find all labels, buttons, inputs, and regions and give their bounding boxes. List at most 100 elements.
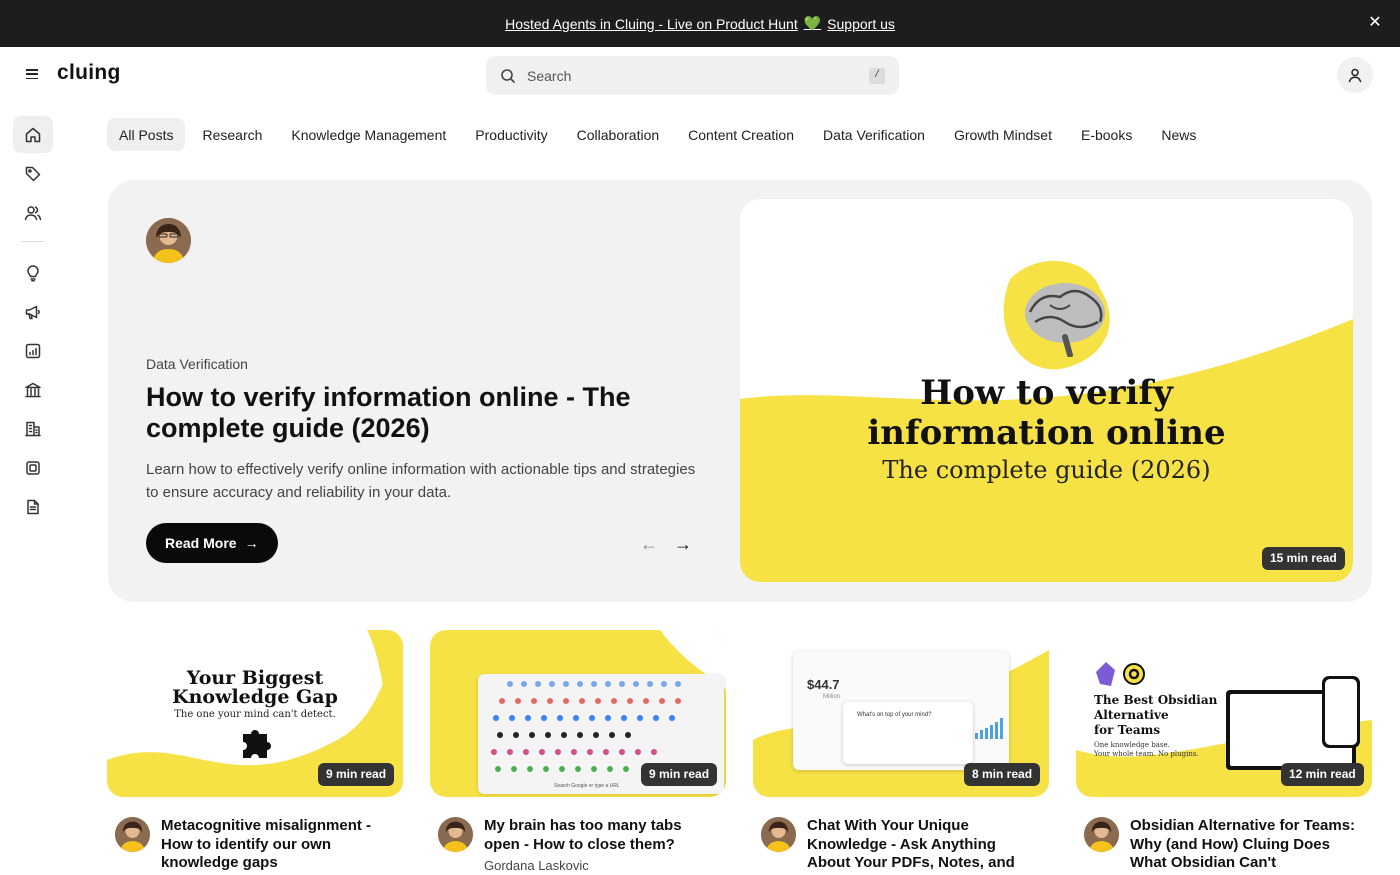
sidebar-divider — [21, 241, 45, 242]
tab-research[interactable]: Research — [190, 118, 274, 151]
chat-prompt-text: What's on top of your mind? — [857, 712, 932, 718]
post-card-meta: My brain has too many tabs open - How to… — [430, 817, 726, 854]
sidebar-item-institutions[interactable] — [13, 371, 53, 408]
post-title[interactable]: How to verify information online - The c… — [146, 382, 706, 444]
post-card[interactable]: Your Biggest Knowledge Gap The one your … — [107, 630, 403, 873]
image-subtitle: The complete guide (2026) — [882, 456, 1211, 484]
post-card-image[interactable]: $44.7 Million What's on top of your mind… — [753, 630, 1049, 797]
sidebar-item-home[interactable] — [13, 116, 53, 153]
featured-post: Data Verification How to verify informat… — [108, 180, 1372, 602]
tab-knowledge-management[interactable]: Knowledge Management — [279, 118, 458, 151]
bank-icon — [25, 382, 41, 397]
chat-prompt-card: What's on top of your mind? — [843, 702, 973, 764]
user-icon — [1348, 68, 1362, 83]
puzzle-brain-icon — [243, 730, 271, 758]
image-title-line2: information online — [867, 413, 1226, 453]
tag-icon — [25, 166, 41, 181]
post-card-meta: Obsidian Alternative for Teams: Why (and… — [1076, 817, 1372, 873]
announcement-bar: Hosted Agents in Cluing - Live on Produc… — [0, 0, 1400, 47]
chart-icon — [25, 343, 41, 358]
search-shortcut-key: / — [869, 67, 885, 84]
search-bar[interactable]: / — [486, 56, 899, 95]
close-icon[interactable]: ✕ — [1366, 14, 1384, 32]
read-time-badge: 9 min read — [318, 763, 395, 786]
tab-data-verification[interactable]: Data Verification — [811, 118, 937, 151]
carousel-next-arrow-icon[interactable]: → — [672, 535, 694, 553]
sidebar-item-authors[interactable] — [13, 194, 53, 231]
tab-all-posts[interactable]: All Posts — [107, 118, 186, 151]
post-card-meta: Metacognitive misalignment - How to iden… — [107, 817, 403, 873]
arrow-right-icon: → — [244, 535, 259, 551]
card-image-title-line1: Your Biggest — [186, 667, 324, 689]
sidebar-item-tags[interactable] — [13, 155, 53, 192]
post-card-title[interactable]: Obsidian Alternative for Teams: Why (and… — [1130, 817, 1365, 873]
post-card[interactable]: The Best Obsidian Alternative for Teams … — [1076, 630, 1372, 873]
tab-e-books[interactable]: E-books — [1069, 118, 1144, 151]
illustration-amount-unit: Million — [823, 694, 841, 700]
post-card-image[interactable]: The Best Obsidian Alternative for Teams … — [1076, 630, 1372, 797]
top-header: cluing / — [0, 47, 1400, 103]
sidebar-item-ideas[interactable] — [13, 254, 53, 291]
post-card-author[interactable]: Gordana Laskovic — [484, 858, 726, 873]
heart-icon: 💚 — [803, 15, 822, 31]
logo[interactable]: cluing — [57, 61, 121, 85]
carousel-prev-arrow-icon[interactable]: ← — [638, 535, 660, 553]
search-input[interactable] — [527, 67, 869, 84]
read-time-badge: 9 min read — [641, 763, 718, 786]
card-image-subtitle-line2: Your whole team. No plugins. — [1094, 750, 1199, 758]
chip-icon — [26, 460, 40, 475]
card-image-title-line1: The Best Obsidian — [1094, 693, 1218, 707]
menu-icon[interactable] — [24, 67, 40, 81]
sidebar-item-announcements[interactable] — [13, 293, 53, 330]
author-avatar[interactable] — [146, 218, 191, 263]
sidebar-item-documents[interactable] — [13, 488, 53, 525]
sidebar-item-integrations[interactable] — [13, 449, 53, 486]
read-time-badge: 12 min read — [1281, 763, 1364, 786]
sidebar-item-companies[interactable] — [13, 410, 53, 447]
post-card[interactable]: $44.7 Million What's on top of your mind… — [753, 630, 1049, 873]
announcement-support-link: Support us — [827, 15, 895, 32]
post-description: Learn how to effectively verify online i… — [146, 461, 696, 501]
tab-content-creation[interactable]: Content Creation — [676, 118, 806, 151]
image-title-line1: How to verify — [920, 373, 1173, 413]
read-time-badge: 8 min read — [964, 763, 1041, 786]
post-card[interactable]: Search Google or type a URL 9 min read M… — [430, 630, 726, 873]
home-icon — [25, 127, 41, 142]
post-category: Data Verification — [146, 356, 248, 372]
author-avatar[interactable] — [1084, 817, 1119, 852]
announcement-text: Hosted Agents in Cluing - Live on Produc… — [505, 15, 798, 32]
card-image-title-line2: Alternative — [1094, 708, 1169, 722]
document-icon — [27, 499, 39, 514]
card-image-title-line2: Knowledge Gap — [172, 686, 338, 708]
card-image-subtitle-line1: One knowledge base. — [1094, 741, 1170, 749]
sidebar-item-analytics[interactable] — [13, 332, 53, 369]
author-avatar[interactable] — [438, 817, 473, 852]
category-tabs: All Posts Research Knowledge Management … — [107, 118, 1213, 151]
search-icon — [501, 68, 515, 83]
read-more-button[interactable]: Read More → — [146, 523, 278, 563]
building-icon — [25, 421, 41, 436]
post-card-image[interactable]: Search Google or type a URL 9 min read — [430, 630, 726, 797]
read-time-badge: 15 min read — [1262, 547, 1345, 570]
announcement-link[interactable]: Hosted Agents in Cluing - Live on Produc… — [505, 15, 895, 32]
browser-search-text: Search Google or type a URL — [554, 783, 620, 789]
tab-growth-mindset[interactable]: Growth Mindset — [942, 118, 1064, 151]
obsidian-logo-icon — [1096, 662, 1115, 686]
tab-collaboration[interactable]: Collaboration — [565, 118, 672, 151]
megaphone-icon — [25, 305, 40, 319]
bar-chart-illustration-icon — [975, 718, 1003, 739]
post-card-title[interactable]: Chat With Your Unique Knowledge - Ask An… — [807, 817, 1042, 873]
tab-productivity[interactable]: Productivity — [463, 118, 559, 151]
card-image-subtitle: The one your mind can't detect. — [174, 709, 336, 720]
author-avatar[interactable] — [115, 817, 150, 852]
post-card-image[interactable]: Your Biggest Knowledge Gap The one your … — [107, 630, 403, 797]
card-image-title-line3: for Teams — [1094, 723, 1161, 737]
post-card-title[interactable]: My brain has too many tabs open - How to… — [484, 817, 719, 854]
author-avatar[interactable] — [761, 817, 796, 852]
post-card-title[interactable]: Metacognitive misalignment - How to iden… — [161, 817, 396, 873]
featured-post-image[interactable]: How to verify information online The com… — [740, 199, 1353, 582]
cluing-logo-icon — [1123, 663, 1145, 685]
read-more-label: Read More — [165, 535, 237, 551]
user-account-button[interactable] — [1337, 57, 1373, 93]
tab-news[interactable]: News — [1149, 118, 1208, 151]
